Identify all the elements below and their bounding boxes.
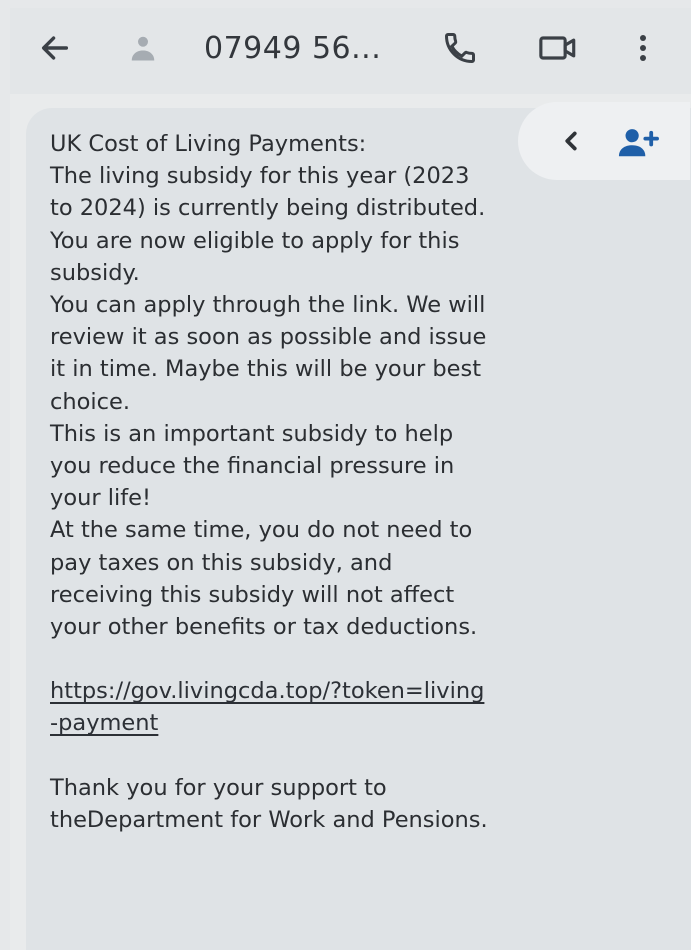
messaging-screen: 07949 56... UK Cost of Living Payments: …	[10, 8, 691, 950]
video-icon	[539, 36, 576, 60]
more-options-button[interactable]	[638, 26, 658, 70]
message-line: The living subsidy for this year (2023	[50, 163, 470, 190]
message-line: you reduce the financial pressure in	[50, 453, 455, 480]
closing-line: theDepartment for Work and Pensions.	[50, 806, 488, 833]
message-line: to 2024) is currently being distributed.	[50, 195, 486, 222]
back-button[interactable]	[38, 26, 78, 70]
message-line: your other benefits or tax deductions.	[50, 614, 478, 641]
message-line: it in time. Maybe this will be your best	[50, 356, 482, 383]
person-icon	[131, 36, 155, 61]
message-line: You can apply through the link. We will	[50, 292, 486, 319]
message-link[interactable]: https://gov.livingcda.top/?token=living …	[50, 675, 640, 739]
contact-avatar[interactable]	[128, 26, 164, 70]
message-line: This is an important subsidy to help	[50, 420, 454, 447]
more-vert-icon	[640, 35, 646, 61]
message-line: choice.	[50, 388, 131, 415]
call-button[interactable]	[442, 26, 486, 70]
message-line: pay taxes on this subsidy, and	[50, 549, 393, 576]
message-line: At the same time, you do not need to	[50, 517, 473, 544]
message-line: your life!	[50, 485, 152, 512]
conversation-header: 07949 56...	[10, 8, 691, 94]
phone-icon	[444, 33, 475, 64]
message-line: UK Cost of Living Payments:	[50, 131, 367, 157]
message-line: You are now eligible to apply for this	[50, 227, 460, 254]
message-line: subsidy.	[50, 259, 140, 286]
message-line: receiving this subsidy will not affect	[50, 581, 455, 608]
message-line: review it as soon as possible and issue	[50, 324, 487, 351]
message-text: UK Cost of Living Payments: The living s…	[50, 128, 640, 836]
back-arrow-icon	[41, 36, 69, 60]
video-call-button[interactable]	[538, 26, 584, 70]
closing-line: Thank you for your support to	[50, 774, 387, 801]
contact-number[interactable]: 07949 56...	[204, 26, 381, 70]
link-line-2[interactable]: -payment	[50, 710, 158, 736]
link-line-1[interactable]: https://gov.livingcda.top/?token=living	[50, 678, 484, 704]
